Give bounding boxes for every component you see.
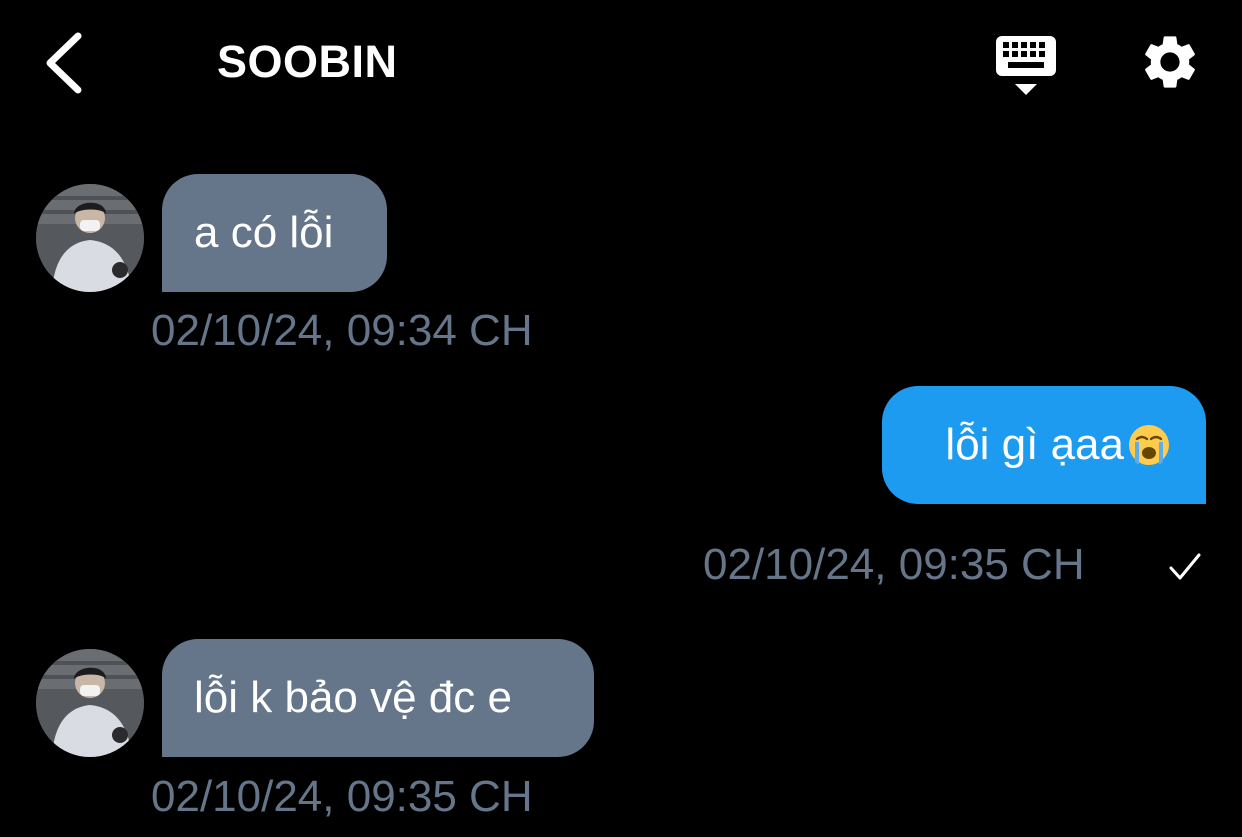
keyboard-icon — [996, 36, 1056, 95]
message-timestamp: 02/10/24, 09:35 CH — [151, 772, 533, 821]
chevron-left-icon — [46, 32, 82, 94]
profile-photo-image — [36, 184, 144, 292]
message-text: lỗi k bảo vệ đc e — [194, 673, 512, 722]
avatar[interactable] — [36, 184, 144, 292]
outgoing-message-bubble[interactable]: lỗi gì ạaa — [882, 386, 1206, 504]
incoming-message-bubble[interactable]: lỗi k bảo vệ đc e — [162, 639, 594, 757]
gear-icon — [1145, 36, 1195, 88]
dm-conversation-screen: SOOBIN a có lỗi 02/10/24, 09:34 CH lỗi g… — [0, 0, 1242, 837]
keyboard-button[interactable] — [994, 34, 1058, 98]
message-timestamp: 02/10/24, 09:34 CH — [151, 306, 533, 355]
settings-button[interactable] — [1138, 30, 1202, 94]
conversation-title[interactable]: SOOBIN — [217, 36, 398, 88]
message-text: a có lỗi — [194, 208, 334, 257]
incoming-message-bubble[interactable]: a có lỗi — [162, 174, 387, 292]
avatar[interactable] — [36, 649, 144, 757]
message-timestamp: 02/10/24, 09:35 CH — [703, 540, 1085, 589]
profile-photo-image — [36, 649, 144, 757]
checkmark-icon — [1169, 553, 1201, 580]
message-text: lỗi gì ạaa — [945, 420, 1124, 469]
back-button[interactable] — [40, 30, 92, 96]
loudly-crying-face-icon — [1129, 425, 1169, 465]
